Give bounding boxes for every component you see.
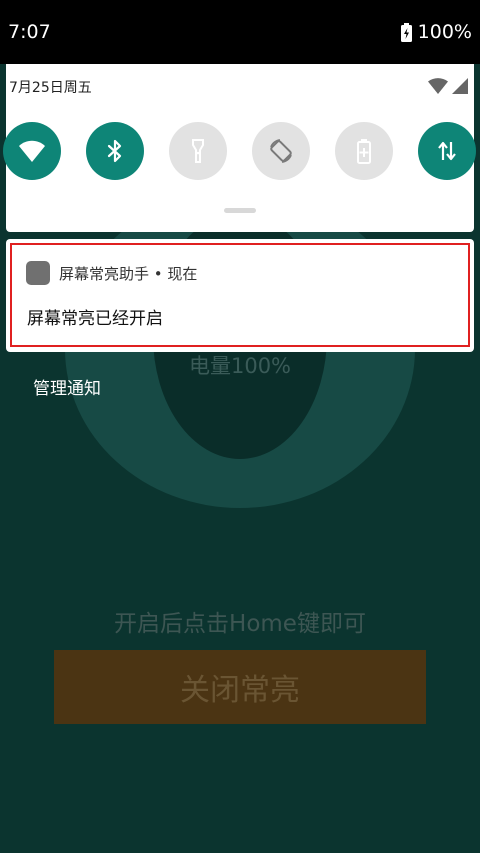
flashlight-icon xyxy=(192,139,204,163)
tile-mobile-data[interactable] xyxy=(418,122,476,180)
status-bar: 7:07 100% xyxy=(0,0,480,64)
tile-bluetooth[interactable] xyxy=(86,122,144,180)
battery-charging-icon xyxy=(400,22,412,42)
rotate-icon xyxy=(270,139,292,163)
app-icon xyxy=(26,261,50,285)
tile-auto-rotate[interactable] xyxy=(252,122,310,180)
notification-highlight-frame xyxy=(10,243,470,347)
notification-header: 屏幕常亮助手 • 现在 xyxy=(59,265,198,283)
cell-signal-icon xyxy=(452,78,468,94)
bluetooth-icon xyxy=(107,139,122,163)
panel-drag-handle[interactable] xyxy=(224,208,256,213)
notification-card[interactable]: 屏幕常亮助手 • 现在 屏幕常亮已经开启 xyxy=(6,239,474,352)
wifi-icon xyxy=(19,140,45,162)
wifi-signal-icon xyxy=(428,78,448,94)
qs-date: 7月25日周五 xyxy=(9,80,92,96)
close-always-on-button[interactable]: 关闭常亮 xyxy=(54,650,426,724)
notification-body: 屏幕常亮已经开启 xyxy=(27,309,163,329)
home-hint-text: 开启后点击Home键即可 xyxy=(114,611,366,637)
qs-signal-indicators xyxy=(428,78,468,94)
tile-wifi[interactable] xyxy=(3,122,61,180)
tile-battery-saver[interactable] xyxy=(335,122,393,180)
battery-percent: 100% xyxy=(417,21,472,43)
data-arrows-icon xyxy=(438,141,456,161)
tile-flashlight[interactable] xyxy=(169,122,227,180)
manage-notifications-link[interactable]: 管理通知 xyxy=(33,374,101,399)
battery-saver-icon xyxy=(357,139,371,164)
quick-settings-panel: 7月25日周五 xyxy=(3,64,476,232)
status-battery: 100% xyxy=(400,21,472,43)
status-time: 7:07 xyxy=(8,21,51,43)
